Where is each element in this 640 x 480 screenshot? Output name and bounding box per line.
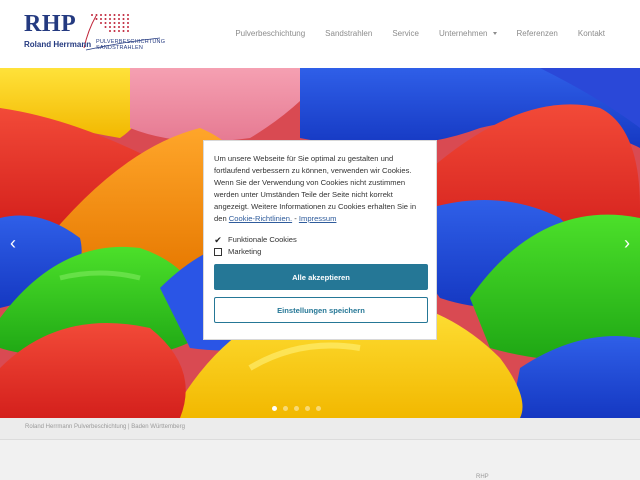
logo-dot <box>100 22 102 24</box>
option-marketing-cookies[interactable]: Marketing <box>214 247 426 256</box>
chevron-right-icon: › <box>624 232 630 253</box>
logo-dot <box>104 26 107 28</box>
logo-dot <box>127 30 129 32</box>
logo-dot <box>109 18 111 20</box>
logo-dot <box>109 14 111 16</box>
logo-dot <box>118 14 120 16</box>
option-functional-cookies[interactable]: ✔ Funktionale Cookies <box>214 235 426 244</box>
logo-dot <box>91 14 93 16</box>
logo-dot <box>113 14 116 16</box>
nav-item-service[interactable]: Service <box>392 29 419 38</box>
checkmark-icon[interactable]: ✔ <box>214 235 222 244</box>
checkbox-empty-icon[interactable] <box>214 247 222 256</box>
nav-item-kontakt[interactable]: Kontakt <box>578 29 605 38</box>
slider-prev-button[interactable]: ‹ <box>5 232 21 254</box>
slider-pagination <box>272 406 321 411</box>
logo-dot <box>109 26 111 28</box>
cookie-message: Um unsere Webseite für Sie optimal zu ge… <box>214 153 426 225</box>
cookie-message-text: Um unsere Webseite für Sie optimal zu ge… <box>214 154 417 223</box>
logo-dot <box>122 26 125 28</box>
caret-down-icon <box>492 32 497 35</box>
save-settings-button[interactable]: Einstellungen speichern <box>214 297 428 323</box>
nav-item-pulverbeschichtung[interactable]: Pulverbeschichtung <box>235 29 305 38</box>
cookie-link-separator: - <box>294 214 297 223</box>
slider-next-button[interactable]: › <box>619 232 635 254</box>
corner-text: RHP <box>476 474 489 480</box>
logo-dot <box>104 18 107 20</box>
slider-dot[interactable] <box>283 406 288 411</box>
caption-bar: Roland Herrmann Pulverbeschichtung | Bad… <box>0 418 640 440</box>
slider-dot[interactable] <box>316 406 321 411</box>
logo-dot <box>127 26 129 28</box>
nav-item-referenzen[interactable]: Referenzen <box>517 29 558 38</box>
caption-text: Roland Herrmann Pulverbeschichtung | Bad… <box>25 424 185 430</box>
main-navigation: Pulverbeschichtung Sandstrahlen Service … <box>215 29 605 38</box>
nav-item-unternehmen-label: Unternehmen <box>439 29 488 38</box>
slider-dot[interactable] <box>305 406 310 411</box>
cookie-policy-link[interactable]: Cookie-Richtlinien. <box>229 214 292 223</box>
logo-dot <box>122 18 125 20</box>
logo-mark: RHP <box>24 11 77 37</box>
option-marketing-label: Marketing <box>228 247 262 256</box>
logo-dot <box>113 30 116 32</box>
logo-subline-2: SANDSTRAHLEN <box>96 45 144 51</box>
logo-dot <box>109 22 111 24</box>
slider-dot[interactable] <box>294 406 299 411</box>
logo-dot <box>118 22 120 24</box>
logo-dot <box>100 18 102 20</box>
accept-all-button[interactable]: Alle akzeptieren <box>214 264 428 290</box>
slider-dot[interactable] <box>272 406 277 411</box>
imprint-link[interactable]: Impressum <box>299 214 337 223</box>
site-header: RHP Roland Herrmann PULVERBESCHICHTUNG S… <box>0 0 640 68</box>
logo-company-name: Roland Herrmann <box>24 40 92 49</box>
logo-dot <box>100 14 102 16</box>
logo-dot <box>127 22 129 24</box>
logo-dot <box>113 26 116 28</box>
option-functional-label: Funktionale Cookies <box>228 235 297 244</box>
logo-dot <box>118 30 120 32</box>
logo-dot <box>113 18 116 20</box>
cookie-consent-dialog: Um unsere Webseite für Sie optimal zu ge… <box>203 140 437 340</box>
logo-dot <box>122 30 125 32</box>
logo-dot <box>95 18 98 20</box>
logo-dot <box>113 22 116 24</box>
lower-section <box>0 440 640 480</box>
logo-dot <box>127 18 129 20</box>
logo-dot <box>109 30 111 32</box>
logo-dot <box>95 14 98 16</box>
logo-dot <box>127 14 129 16</box>
logo-dot <box>104 14 107 16</box>
nav-item-unternehmen[interactable]: Unternehmen <box>439 29 497 38</box>
logo-dot <box>118 18 120 20</box>
chevron-left-icon: ‹ <box>10 232 16 253</box>
logo-dot <box>122 22 125 24</box>
logo-dot <box>122 14 125 16</box>
logo-dot <box>118 26 120 28</box>
company-logo[interactable]: RHP Roland Herrmann PULVERBESCHICHTUNG S… <box>24 11 165 56</box>
logo-dot <box>104 22 107 24</box>
nav-item-sandstrahlen[interactable]: Sandstrahlen <box>325 29 372 38</box>
